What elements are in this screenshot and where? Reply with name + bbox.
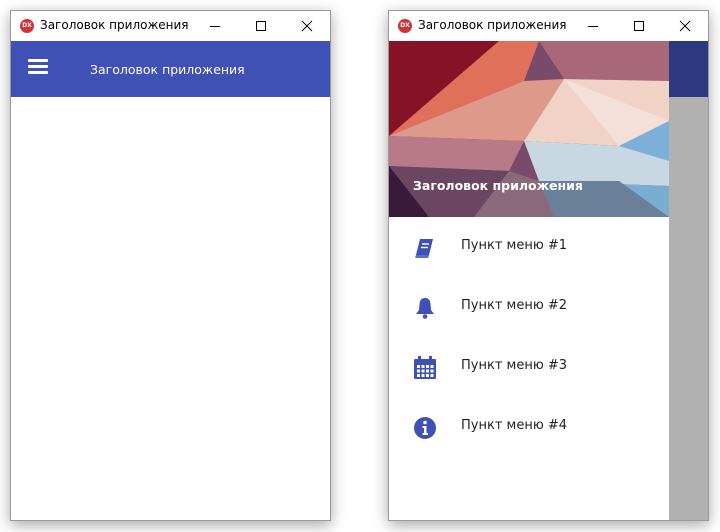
minimize-icon [210,26,220,27]
close-button[interactable] [284,11,330,41]
drawer-menu-item-label: Пункт меню #1 [461,238,568,253]
drawer-menu-item-label: Пункт меню #4 [461,418,568,433]
maximize-icon [256,21,266,31]
title-bar[interactable]: DX Заголовок приложения [11,11,330,41]
drawer-scrim[interactable] [669,97,708,520]
minimize-icon [588,26,598,27]
app-icon: DX [20,19,34,33]
minimize-button[interactable] [570,11,616,41]
title-bar[interactable]: DX Заголовок приложения [389,11,708,41]
drawer-menu-item-1[interactable]: Пункт меню #1 [389,217,669,277]
close-button[interactable] [662,11,708,41]
drawer-header-title: Заголовок приложения [413,178,583,193]
drawer-menu-item-2[interactable]: Пункт меню #2 [389,277,669,337]
drawer-menu-item-label: Пункт меню #3 [461,358,568,373]
maximize-icon [634,21,644,31]
app-bar: Заголовок приложения [11,41,330,97]
maximize-button[interactable] [238,11,284,41]
drawer-menu-item-4[interactable]: Пункт меню #4 [389,397,669,457]
drawer-menu-item-label: Пункт меню #2 [461,298,568,313]
close-icon [679,20,691,32]
window-title: Заголовок приложения [418,18,567,32]
drawer-header: Заголовок приложения [389,41,669,217]
navigation-drawer: Заголовок приложения Пункт меню #1 Пункт… [389,41,669,520]
info-icon [414,417,436,439]
app-bar-dimmed [669,41,708,97]
bell-icon [416,298,434,319]
app-window-open-drawer: DX Заголовок приложения Заголовок прилож… [388,10,709,521]
drawer-menu-item-3[interactable]: Пункт меню #3 [389,337,669,397]
minimize-button[interactable] [192,11,238,41]
page-content [11,97,330,520]
calendar-icon [414,356,436,379]
book-icon [415,239,433,258]
app-window-closed-drawer: DX Заголовок приложения Заголовок прилож… [10,10,331,521]
close-icon [301,20,313,32]
window-title: Заголовок приложения [40,18,189,32]
hamburger-menu-icon[interactable] [28,59,48,79]
app-bar-title: Заголовок приложения [90,62,245,77]
maximize-button[interactable] [616,11,662,41]
app-icon: DX [398,19,412,33]
